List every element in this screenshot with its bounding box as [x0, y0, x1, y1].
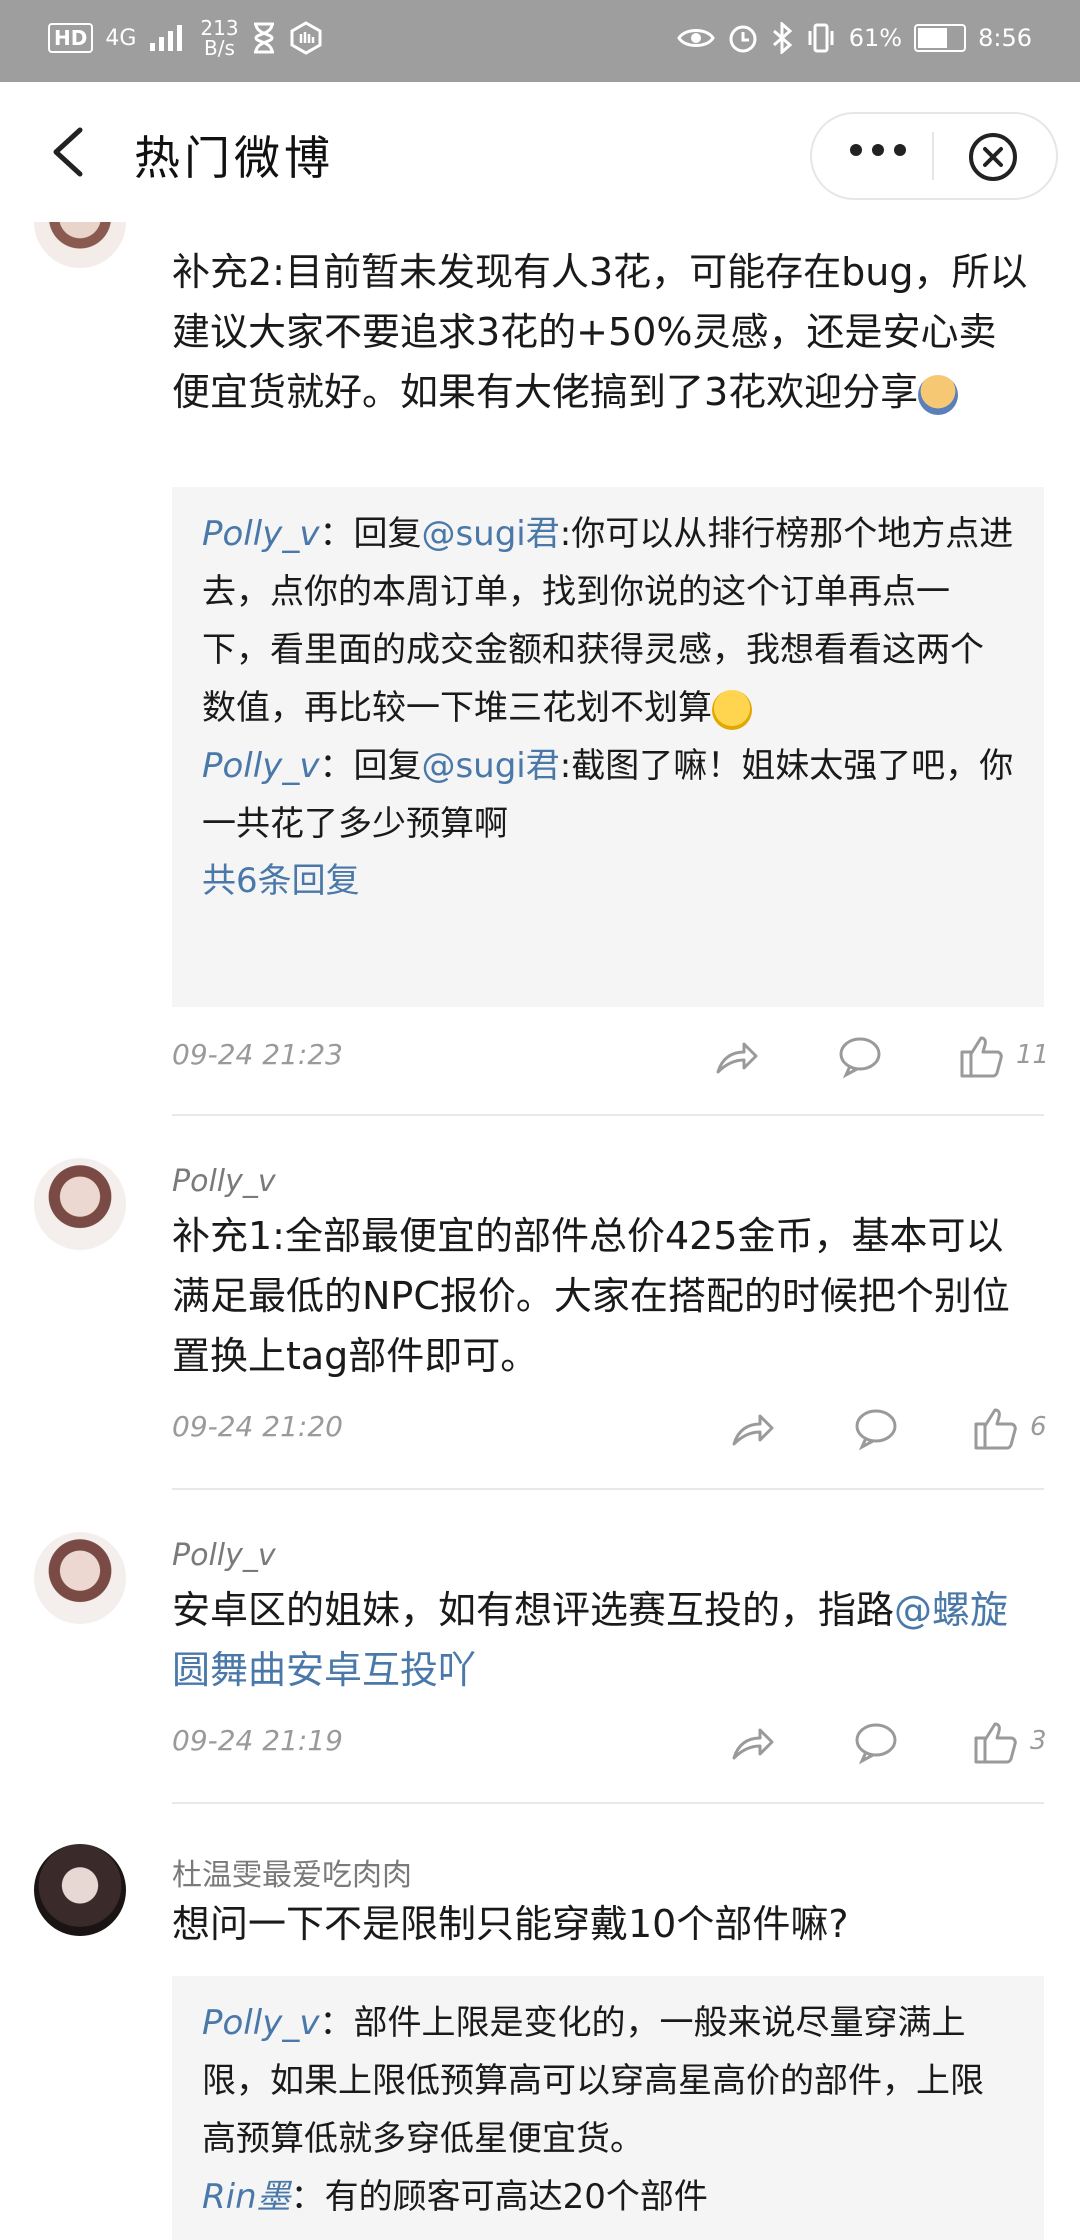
mini-program-capsule	[810, 112, 1058, 200]
thinking-emoji-icon	[712, 689, 752, 730]
network-speed-unit: B/s	[204, 36, 235, 60]
like-count: 3	[1030, 1726, 1047, 1756]
comment-list: 补充2:目前暂未发现有人3花，可能存在bug，所以建议大家不要追求3花的+50%…	[0, 222, 1080, 2240]
close-icon[interactable]	[968, 132, 1018, 182]
comment-icon[interactable]	[852, 1718, 900, 1766]
page-title: 热门微博	[134, 131, 334, 185]
mention-link[interactable]: @sugi君	[421, 746, 559, 786]
mention-link[interactable]: @sugi君	[421, 514, 559, 554]
comment-username[interactable]: 杜温雯最爱吃肉肉	[172, 1850, 412, 1894]
avatar[interactable]	[34, 222, 126, 268]
bluetooth-icon	[772, 22, 793, 54]
like-count: 11	[1016, 1040, 1050, 1070]
timestamp: 09-24 21:19	[172, 1724, 343, 1757]
comment-text: 安卓区的姐妹，如有想评选赛互投的，指路@螺旋圆舞曲安卓互投吖	[172, 1588, 1009, 1692]
comment-meta: 09-24 21:23 11	[172, 1032, 1049, 1080]
vibrate-icon	[808, 23, 834, 53]
clock: 8:56	[978, 24, 1032, 52]
alarm-icon	[729, 25, 757, 53]
network-speed-value: 213	[200, 16, 239, 40]
reply-username[interactable]: Polly_v	[202, 514, 319, 554]
avatar[interactable]	[34, 1532, 126, 1624]
comment-meta: 09-24 21:19 3	[172, 1718, 1047, 1766]
comment-meta: 09-24 21:20 6	[172, 1404, 1047, 1452]
eye-icon	[676, 29, 715, 47]
reply-box[interactable]: Polly_v：部件上限是变化的，一般来说尽量穿满上限，如果上限低预算高可以穿高…	[172, 1976, 1044, 2240]
like-icon[interactable]	[958, 1032, 1006, 1080]
status-bar: HD 4G 213 B/s 61% 8:56	[0, 0, 1080, 82]
reply-username[interactable]: Polly_v	[202, 2003, 319, 2043]
comment-text: 补充1:全部最便宜的部件总价425金币，基本可以满足最低的NPC报价。大家在搭配…	[172, 1214, 1010, 1378]
like-icon[interactable]	[972, 1404, 1020, 1452]
share-icon[interactable]	[712, 1032, 760, 1080]
network-speed: 213 B/s	[200, 18, 238, 58]
share-icon[interactable]	[728, 1718, 776, 1766]
divider	[172, 1114, 1044, 1116]
comment-text: 想问一下不是限制只能穿戴10个部件嘛?	[172, 1902, 849, 1946]
comment-username[interactable]: Polly_v	[172, 1538, 276, 1573]
divider	[172, 1488, 1044, 1490]
nav-bar: 热门微博	[0, 82, 1080, 222]
comment-icon[interactable]	[836, 1032, 884, 1080]
back-icon[interactable]	[42, 122, 102, 182]
hourglass-icon	[253, 22, 274, 54]
view-all-replies-link[interactable]: 共6条回复	[202, 853, 1014, 909]
reply-item: Polly_v：回复@sugi君:截图了嘛！姐妹太强了吧，你一共花了多少预算啊	[202, 746, 1014, 844]
reply-item: Polly_v：部件上限是变化的，一般来说尽量穿满上限，如果上限低预算高可以穿高…	[202, 2003, 984, 2159]
reply-item: Polly_v：回复@sugi君:你可以从排行榜那个地方点进去，点你的本周订单，…	[202, 514, 1014, 730]
share-icon[interactable]	[728, 1404, 776, 1452]
hd-badge: HD	[48, 23, 94, 53]
capsule-divider	[932, 132, 934, 180]
battery-percent: 61%	[848, 24, 903, 52]
divider	[172, 1802, 1044, 1804]
sleepy-emoji-icon	[918, 374, 959, 415]
reply-username[interactable]: Polly_v	[202, 746, 319, 786]
timestamp: 09-24 21:23	[172, 1038, 343, 1071]
more-icon[interactable]	[850, 144, 906, 156]
comment-text: 补充2:目前暂未发现有人3花，可能存在bug，所以建议大家不要追求3花的+50%…	[172, 250, 1028, 415]
network-label: 4G	[105, 25, 137, 51]
hand-icon	[290, 21, 322, 55]
reply-item: Rin墨：有的顾客可高达20个部件	[202, 2177, 708, 2217]
avatar[interactable]	[34, 1844, 126, 1936]
avatar[interactable]	[34, 1158, 126, 1250]
comment-username[interactable]: Polly_v	[172, 1164, 276, 1199]
reply-box[interactable]: Polly_v：回复@sugi君:你可以从排行榜那个地方点进去，点你的本周订单，…	[172, 487, 1044, 1007]
like-icon[interactable]	[972, 1718, 1020, 1766]
signal-icon	[150, 25, 183, 51]
battery-icon	[914, 24, 967, 52]
timestamp: 09-24 21:20	[172, 1410, 343, 1443]
comment-icon[interactable]	[852, 1404, 900, 1452]
like-count: 6	[1030, 1412, 1047, 1442]
reply-username[interactable]: Rin墨	[202, 2177, 291, 2217]
